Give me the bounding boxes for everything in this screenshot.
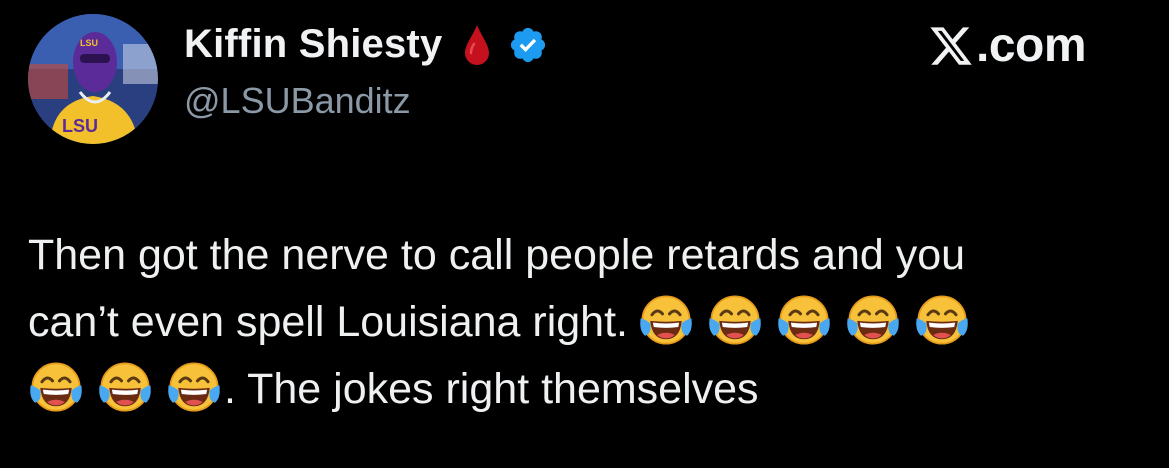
face-with-tears-of-joy-icon (97, 359, 153, 415)
author-handle[interactable]: @LSUBanditz (184, 80, 411, 122)
drop-of-blood-icon (462, 23, 492, 67)
face-with-tears-of-joy-icon (28, 359, 84, 415)
verified-badge-icon[interactable] (508, 25, 548, 65)
face-with-tears-of-joy-icon (914, 292, 970, 348)
brand-domain-text: .com (976, 19, 1087, 72)
face-with-tears-of-joy-icon (707, 292, 763, 348)
tweet-line-2-text: can’t even spell Louisiana right. (28, 298, 628, 346)
avatar-mask-text: LSU (80, 38, 98, 48)
face-with-tears-of-joy-icon (845, 292, 901, 348)
avatar[interactable]: LSU LSU (28, 14, 158, 144)
avatar-shirt-text: LSU (62, 116, 98, 136)
face-with-tears-of-joy-icon (166, 359, 222, 415)
face-with-tears-of-joy-icon (638, 292, 694, 348)
x-logo-icon (928, 23, 974, 69)
author-name-row: Kiffin Shiesty (184, 22, 548, 67)
face-with-tears-of-joy-icon (776, 292, 832, 348)
tweet-line-2: can’t even spell Louisiana right. (28, 289, 1148, 356)
avatar-image: LSU LSU (28, 14, 158, 144)
brand-watermark: .com (928, 18, 1087, 73)
tweet-line-3: . The jokes right themselves (28, 356, 1148, 423)
tweet-line-3-text: . The jokes right themselves (224, 365, 759, 413)
tweet-line-1: Then got the nerve to call people retard… (28, 231, 966, 279)
tweet-text: Then got the nerve to call people retard… (28, 222, 1148, 423)
display-name[interactable]: Kiffin Shiesty (184, 22, 442, 67)
